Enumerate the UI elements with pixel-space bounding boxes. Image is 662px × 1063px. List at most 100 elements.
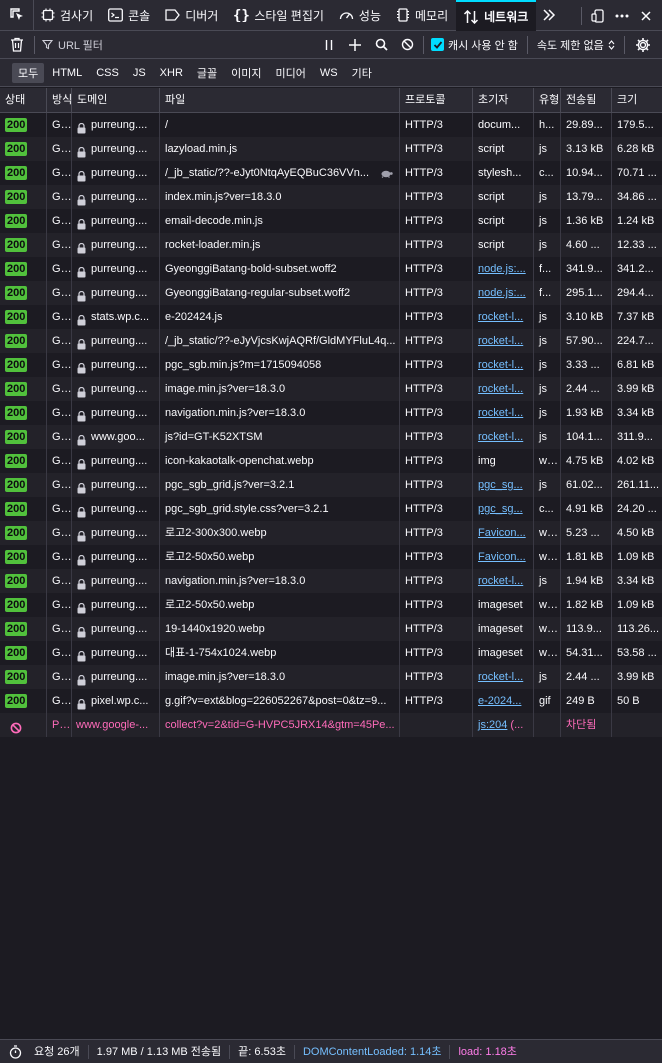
initiator-link[interactable]: node.js:...: [478, 263, 526, 275]
table-row[interactable]: 200 GET purreung.... image.min.js?ver=18.3.…: [0, 377, 662, 401]
tabs-overflow-button[interactable]: [536, 0, 562, 31]
table-row[interactable]: 200 GET purreung.... 로고2-50x50.webp HTTP/3 Fa…: [0, 545, 662, 569]
disable-cache-checkbox[interactable]: 캐시 사용 안 함: [427, 37, 524, 53]
initiator-link[interactable]: js:204: [478, 719, 507, 731]
table-row[interactable]: 200 GET purreung.... / HTTP/3 docum... h... 29.…: [0, 113, 662, 137]
type-filter-button[interactable]: 글꼴: [191, 63, 223, 83]
initiator-cell[interactable]: Favicon...: [473, 545, 534, 569]
initiator-link[interactable]: e-2024...: [478, 695, 521, 707]
type-filter-button[interactable]: CSS: [90, 65, 125, 81]
type-filter-button[interactable]: WS: [314, 65, 344, 81]
initiator-link[interactable]: rocket-l...: [478, 383, 523, 395]
initiator-link[interactable]: rocket-l...: [478, 407, 523, 419]
initiator-link[interactable]: Favicon...: [478, 527, 526, 539]
column-header-type[interactable]: 유형: [534, 88, 561, 113]
type-filter-button[interactable]: 미디어: [270, 63, 312, 83]
table-row[interactable]: 200 GET purreung.... /_jb_static/??-eJyt0Nt…: [0, 161, 662, 185]
tab-network[interactable]: 네트워크: [456, 0, 537, 31]
initiator-cell[interactable]: rocket-l...: [473, 425, 534, 449]
initiator-cell[interactable]: node.js:...: [473, 257, 534, 281]
type-filter-button[interactable]: HTML: [46, 65, 88, 81]
table-row[interactable]: 200 GET purreung.... image.min.js?ver=18.3.…: [0, 665, 662, 689]
pause-button[interactable]: [316, 31, 342, 59]
table-row[interactable]: 200 GET purreung.... 대표-1-754x1024.webp HTTP…: [0, 641, 662, 665]
type-filter-button[interactable]: 기타: [346, 63, 378, 83]
tab-style-editor[interactable]: {} 스타일 편집기: [226, 0, 332, 31]
table-row[interactable]: 200 GET purreung.... 로고2-50x50.webp HTTP/3 im…: [0, 593, 662, 617]
table-row[interactable]: 200 GET purreung.... GyeonggiBatang-regular…: [0, 281, 662, 305]
tab-performance[interactable]: 성능: [332, 0, 389, 31]
clear-requests-button[interactable]: [0, 31, 34, 59]
table-row[interactable]: 200 GET purreung.... pgc_sgb_grid.style.css…: [0, 497, 662, 521]
type-filter-button[interactable]: 모두: [12, 62, 45, 83]
tab-console[interactable]: 콘솔: [101, 0, 158, 31]
initiator-cell[interactable]: rocket-l...: [473, 569, 534, 593]
column-header-domain[interactable]: 도메인: [72, 88, 160, 113]
add-request-button[interactable]: [342, 31, 368, 59]
responsive-mode-button[interactable]: [586, 4, 610, 28]
initiator-cell[interactable]: rocket-l...: [473, 377, 534, 401]
initiator-link[interactable]: rocket-l...: [478, 671, 523, 683]
more-options-button[interactable]: [610, 4, 634, 28]
initiator-cell[interactable]: pgc_sg...: [473, 497, 534, 521]
network-settings-button[interactable]: [628, 31, 658, 59]
table-row[interactable]: 200 GET purreung.... 로고2-300x300.webp HTTP/3…: [0, 521, 662, 545]
initiator-cell[interactable]: rocket-l...: [473, 665, 534, 689]
initiator-cell[interactable]: e-2024...: [473, 689, 534, 713]
table-row[interactable]: 200 GET purreung.... pgc_sgb_grid.js?ver=3.…: [0, 473, 662, 497]
tab-debugger[interactable]: 디버거: [158, 0, 226, 31]
tab-memory[interactable]: 메모리: [389, 0, 456, 31]
table-row[interactable]: 200 GET purreung.... 19-1440x1920.webp HTTP/…: [0, 617, 662, 641]
initiator-cell[interactable]: rocket-l...: [473, 353, 534, 377]
table-row[interactable]: 200 GET purreung.... pgc_sgb.min.js?m=17150…: [0, 353, 662, 377]
initiator-cell[interactable]: node.js:...: [473, 281, 534, 305]
initiator-cell[interactable]: js:204 (...: [473, 713, 534, 737]
initiator-link[interactable]: rocket-l...: [478, 431, 523, 443]
search-button[interactable]: [368, 31, 394, 59]
initiator-link[interactable]: Favicon...: [478, 551, 526, 563]
initiator-link[interactable]: pgc_sg...: [478, 503, 523, 515]
column-header-file[interactable]: 파일: [160, 88, 400, 113]
table-row[interactable]: 200 GET purreung.... email-decode.min.js HTT…: [0, 209, 662, 233]
initiator-cell[interactable]: Favicon...: [473, 521, 534, 545]
table-row[interactable]: POST www.google-... collect?v=2&tid=G-HVPC…: [0, 713, 662, 737]
table-row[interactable]: 200 GET purreung.... lazyload.min.js HTTP/3 s…: [0, 137, 662, 161]
type-filter-button[interactable]: XHR: [154, 65, 189, 81]
column-header-status[interactable]: 상태: [0, 88, 47, 113]
table-row[interactable]: 200 GET purreung.... GyeonggiBatang-bold-su…: [0, 257, 662, 281]
block-requests-button[interactable]: [394, 31, 420, 59]
table-row[interactable]: 200 GET www.goo... js?id=GT-K52XTSM HTTP/3 ro…: [0, 425, 662, 449]
initiator-link[interactable]: rocket-l...: [478, 335, 523, 347]
column-header-transferred[interactable]: 전송됨: [561, 88, 612, 113]
table-row[interactable]: 200 GET purreung.... icon-kakaotalk-opencha…: [0, 449, 662, 473]
column-header-method[interactable]: 방식: [47, 88, 72, 113]
initiator-link[interactable]: node.js:...: [478, 287, 526, 299]
close-devtools-button[interactable]: [634, 4, 658, 28]
element-picker-button[interactable]: [0, 0, 34, 31]
initiator-link[interactable]: rocket-l...: [478, 311, 523, 323]
initiator-cell[interactable]: pgc_sg...: [473, 473, 534, 497]
initiator-link[interactable]: pgc_sg...: [478, 479, 523, 491]
table-row[interactable]: 200 GET purreung.... rocket-loader.min.js HT…: [0, 233, 662, 257]
initiator-cell[interactable]: rocket-l...: [473, 329, 534, 353]
initiator-cell[interactable]: rocket-l...: [473, 401, 534, 425]
table-row[interactable]: 200 GET pixel.wp.c... g.gif?v=ext&blog=2260…: [0, 689, 662, 713]
performance-analysis-button[interactable]: [0, 1040, 30, 1063]
initiator-link[interactable]: rocket-l...: [478, 575, 523, 587]
table-row[interactable]: 200 GET purreung.... navigation.min.js?ver=…: [0, 401, 662, 425]
tab-inspector[interactable]: 검사기: [34, 0, 101, 31]
type-filter-button[interactable]: JS: [127, 65, 152, 81]
table-row[interactable]: 200 GET purreung.... index.min.js?ver=18.3.…: [0, 185, 662, 209]
initiator-cell[interactable]: rocket-l...: [473, 305, 534, 329]
column-header-initiator[interactable]: 초기자: [473, 88, 534, 113]
domain-text: pixel.wp.c...: [91, 695, 149, 707]
table-row[interactable]: 200 GET stats.wp.c... e-202424.js HTTP/3 rock…: [0, 305, 662, 329]
table-row[interactable]: 200 GET purreung.... navigation.min.js?ver=…: [0, 569, 662, 593]
column-header-size[interactable]: 크기: [612, 88, 662, 113]
url-filter-input[interactable]: URL 필터: [38, 31, 316, 59]
type-filter-button[interactable]: 이미지: [225, 63, 267, 83]
initiator-link[interactable]: rocket-l...: [478, 359, 523, 371]
table-row[interactable]: 200 GET purreung.... /_jb_static/??-eJyVjcs…: [0, 329, 662, 353]
column-header-protocol[interactable]: 프로토콜: [400, 88, 473, 113]
throttle-select[interactable]: 속도 제한 없음: [531, 37, 621, 53]
